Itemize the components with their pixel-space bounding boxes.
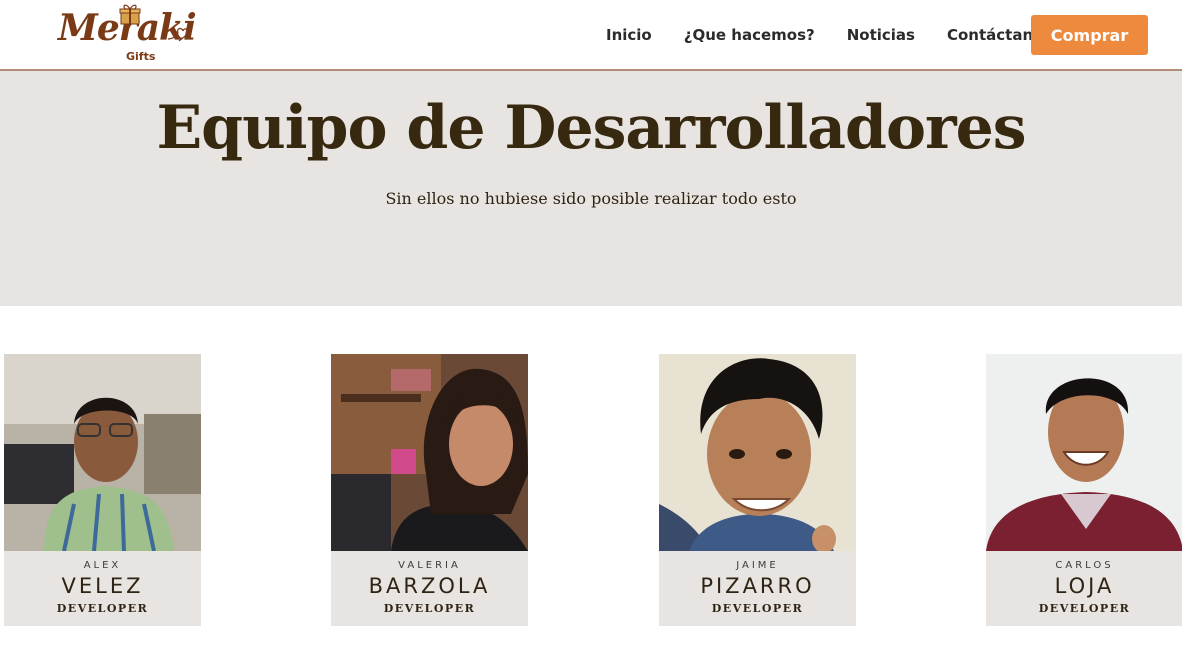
member-first-name: VALERIA — [398, 560, 461, 571]
member-last-name: PIZARRO — [700, 574, 815, 598]
team-photo — [4, 354, 201, 551]
team-photo — [986, 354, 1182, 551]
main-nav: Inicio ¿Que hacemos? Noticias Contáctano… — [590, 0, 1068, 70]
nav-inicio[interactable]: Inicio — [606, 26, 652, 44]
hero-banner: Equipo de Desarrolladores Sin ellos no h… — [0, 71, 1182, 306]
gift-box-icon — [119, 4, 141, 25]
member-last-name: LOJA — [1054, 574, 1115, 598]
nav-noticias[interactable]: Noticias — [847, 26, 915, 44]
site-header: Meraki Gifts Inicio ¿Que hacemos? Notici… — [0, 0, 1182, 71]
team-card-jaime: JAIME PIZARRO DEVELOPER — [659, 354, 856, 626]
member-last-name: BARZOLA — [368, 574, 491, 598]
member-last-name: VELEZ — [61, 574, 144, 598]
member-role: DEVELOPER — [1038, 602, 1131, 615]
member-role: DEVELOPER — [383, 602, 476, 615]
member-role: DEVELOPER — [711, 602, 804, 615]
team-photo — [659, 354, 856, 551]
nav-que-hacemos[interactable]: ¿Que hacemos? — [684, 26, 815, 44]
member-role: DEVELOPER — [56, 602, 149, 615]
member-first-name: JAIME — [736, 560, 779, 571]
page-title: Equipo de Desarrolladores — [156, 93, 1026, 163]
heart-outline-icon — [167, 27, 189, 42]
page-subtitle: Sin ellos no hubiese sido posible realiz… — [385, 189, 797, 208]
member-first-name: ALEX — [83, 560, 122, 571]
comprar-button[interactable]: Comprar — [1031, 15, 1148, 55]
team-card-valeria: VALERIA BARZOLA DEVELOPER — [331, 354, 528, 626]
team-card-alex: ALEX VELEZ DEVELOPER — [4, 354, 201, 626]
member-first-name: CARLOS — [1055, 560, 1114, 571]
team-photo — [331, 354, 528, 551]
team-card-carlos: CARLOS LOJA DEVELOPER — [986, 354, 1182, 626]
logo-subtext: Gifts — [126, 50, 156, 63]
meraki-logo[interactable]: Meraki Gifts — [58, 3, 197, 67]
